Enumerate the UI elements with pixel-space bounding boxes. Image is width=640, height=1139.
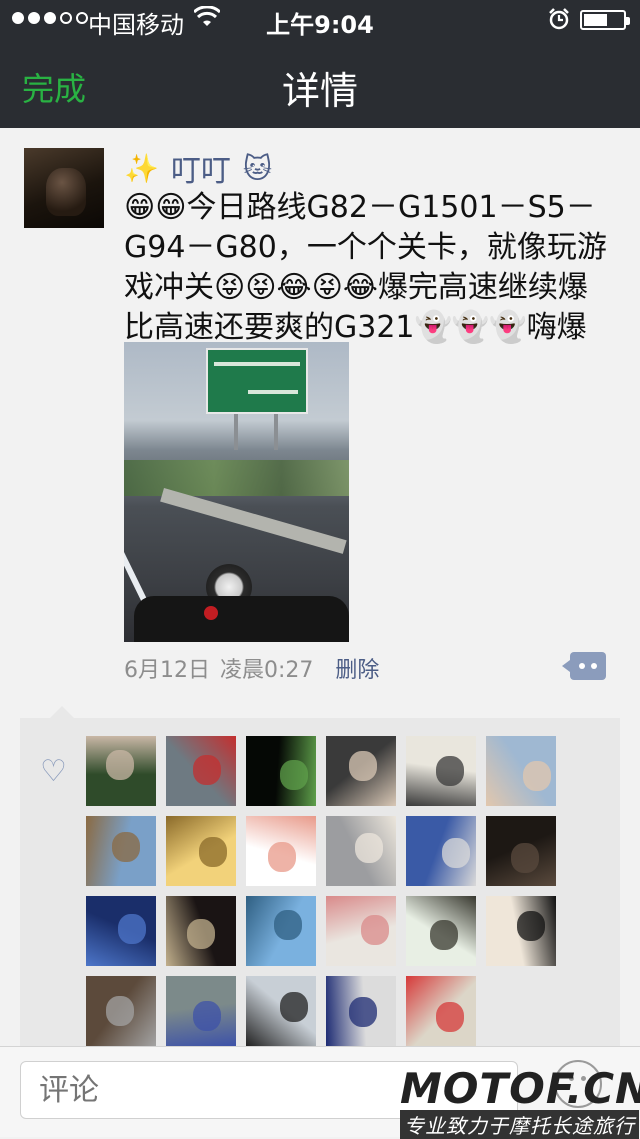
liker-avatar[interactable] (406, 976, 476, 1046)
liker-avatar[interactable] (166, 896, 236, 966)
watermark-logo: MOTOF.CN (400, 1064, 640, 1113)
delete-link[interactable]: 删除 (335, 652, 379, 684)
liker-avatar[interactable] (406, 896, 476, 966)
liker-avatar[interactable] (246, 896, 316, 966)
post-time: 凌晨0:27 (220, 658, 314, 683)
liker-avatar[interactable] (86, 896, 156, 966)
liker-avatar-grid (86, 736, 566, 1046)
sparkle-emoji-icon: ✨ (124, 151, 159, 185)
liker-avatar[interactable] (406, 816, 476, 886)
poster-name-row[interactable]: ✨ 叮叮 🐱 (124, 146, 272, 190)
post-meta: 6月12日 凌晨0:27 删除 (124, 652, 379, 684)
top-bar: 中国移动 上午9:04 完成 详情 (0, 0, 640, 128)
liker-avatar[interactable] (486, 816, 556, 886)
watermark: MOTOF.CN 专业致力于摩托长途旅行 (400, 1064, 640, 1139)
page-title: 详情 (281, 69, 358, 113)
liker-avatar[interactable] (86, 976, 156, 1046)
liker-avatar[interactable] (166, 976, 236, 1046)
liker-avatar[interactable] (246, 976, 316, 1046)
liker-avatar[interactable] (486, 896, 556, 966)
liker-avatar[interactable] (326, 896, 396, 966)
alarm-clock-icon (549, 8, 569, 30)
poster-name[interactable]: 叮叮 (171, 146, 231, 190)
liker-avatar[interactable] (246, 736, 316, 806)
battery-icon (580, 10, 630, 30)
liker-avatar[interactable] (326, 736, 396, 806)
liker-avatar[interactable] (326, 816, 396, 886)
liker-avatar[interactable] (406, 736, 476, 806)
liker-avatar[interactable] (246, 816, 316, 886)
liker-avatar[interactable] (86, 816, 156, 886)
liker-avatar[interactable] (166, 736, 236, 806)
liker-avatar[interactable] (86, 736, 156, 806)
status-bar: 中国移动 上午9:04 (0, 0, 640, 40)
post-date: 6月12日 (124, 658, 210, 683)
liker-avatar[interactable] (326, 976, 396, 1046)
status-time: 上午9:04 (266, 11, 374, 39)
poster-avatar[interactable] (24, 148, 104, 228)
cat-emoji-icon: 🐱 (242, 151, 273, 185)
comment-bubble-icon[interactable] (562, 652, 606, 680)
heart-outline-icon: ♡ (40, 754, 67, 789)
road-sign (206, 348, 308, 414)
liker-avatar[interactable] (486, 736, 556, 806)
likes-panel: ♡ (20, 706, 620, 1058)
watermark-subtitle: 专业致力于摩托长途旅行 (400, 1110, 639, 1139)
post-photo[interactable] (124, 342, 349, 642)
liker-avatar[interactable] (166, 816, 236, 886)
